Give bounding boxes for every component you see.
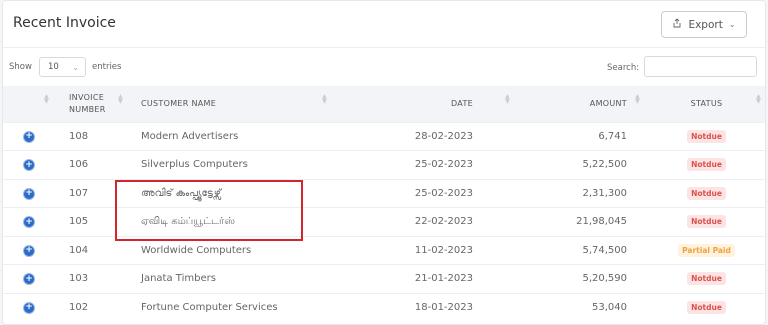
column-header-amount[interactable]: AMOUNT ▲ ▼ xyxy=(516,86,646,122)
status-cell: Notdue xyxy=(646,150,765,179)
plus-circle-icon[interactable]: + xyxy=(23,187,35,200)
invoice-amount: 6,741 xyxy=(516,121,646,151)
invoice-amount: 5,74,500 xyxy=(516,235,646,265)
status-badge: Partial Paid xyxy=(678,243,735,257)
export-label: Export xyxy=(688,18,723,31)
plus-circle-icon[interactable]: + xyxy=(23,130,35,143)
chevron-down-icon: ⌄ xyxy=(72,63,79,72)
customer-name: Fortune Computer Services xyxy=(129,292,333,322)
plus-circle-icon[interactable]: + xyxy=(23,244,35,257)
column-label: INVOICE NUMBER xyxy=(69,92,106,114)
column-header-status[interactable]: STATUS ▲ ▼ xyxy=(646,86,765,122)
entries-length-select[interactable]: 10 ⌄ xyxy=(39,57,86,77)
sort-icon: ▲ ▼ xyxy=(44,93,49,105)
table-row[interactable]: +105 ஏவிடி கம்ப்யூட்டர்ஸ் 22-02-2023 21,98,… xyxy=(3,207,765,236)
invoice-number: 105 xyxy=(55,207,129,236)
invoice-amount: 5,22,500 xyxy=(516,150,646,179)
entries-label: entries xyxy=(92,62,122,72)
table-row[interactable]: +106 Silverplus Computers 25-02-2023 5,22,5… xyxy=(3,150,765,179)
column-label: AMOUNT xyxy=(589,99,627,109)
invoice-date: 28-02-2023 xyxy=(333,121,516,151)
expand-cell: + xyxy=(3,264,55,293)
invoice-amount: 5,20,590 xyxy=(516,264,646,293)
status-badge: Notdue xyxy=(687,215,726,229)
table-row[interactable]: +107 അവിട് കംപ്പ്യൂട്ടേഴ്സ് 25-02-2023 2,31… xyxy=(3,178,765,208)
plus-circle-icon[interactable]: + xyxy=(23,301,35,314)
invoice-amount: 53,040 xyxy=(516,292,646,322)
expand-cell: + xyxy=(3,178,55,208)
status-badge: Notdue xyxy=(687,186,726,200)
invoice-table: ▲ ▼ INVOICE NUMBER ▲ ▼ CUSTOMER NAME ▲ ▼ DATE… xyxy=(3,86,765,322)
column-header-date[interactable]: DATE ▲ ▼ xyxy=(333,86,516,122)
sort-icon: ▲ ▼ xyxy=(322,93,327,105)
customer-name: Janata Timbers xyxy=(129,264,333,293)
search-label: Search: xyxy=(607,63,640,73)
length-value: 10 xyxy=(48,62,59,72)
column-header-invoice-number[interactable]: INVOICE NUMBER ▲ ▼ xyxy=(55,86,129,122)
table-controls: Show 10 ⌄ entries Search: xyxy=(3,48,765,86)
status-badge: Notdue xyxy=(687,301,726,314)
invoice-number: 107 xyxy=(55,178,129,208)
table-header-row: ▲ ▼ INVOICE NUMBER ▲ ▼ CUSTOMER NAME ▲ ▼ DATE… xyxy=(3,86,765,122)
customer-name: അവിട് കംപ്പ്യൂട്ടേഴ്സ് xyxy=(129,178,333,208)
table-row[interactable]: +103 Janata Timbers 21-01-2023 5,20,590 Notd… xyxy=(3,264,765,293)
invoice-amount: 21,98,045 xyxy=(516,207,646,236)
table-row[interactable]: +108 Modern Advertisers 28-02-2023 6,741 Not… xyxy=(3,121,765,151)
plus-circle-icon[interactable]: + xyxy=(23,273,35,285)
customer-name: ஏவிடி கம்ப்யூட்டர்ஸ் xyxy=(129,207,333,236)
export-button[interactable]: Export ⌄ xyxy=(661,11,747,38)
show-label: Show xyxy=(9,62,32,72)
customer-name: Modern Advertisers xyxy=(129,121,333,151)
card-title: Recent Invoice xyxy=(13,15,116,31)
table-row[interactable]: +102 Fortune Computer Services 18-01-2023 5… xyxy=(3,292,765,322)
invoice-number: 108 xyxy=(55,121,129,151)
expand-cell: + xyxy=(3,292,55,322)
invoice-number: 103 xyxy=(55,264,129,293)
invoice-date: 25-02-2023 xyxy=(333,150,516,179)
invoice-date: 11-02-2023 xyxy=(333,235,516,265)
status-cell: Partial Paid xyxy=(646,235,765,265)
search-input[interactable] xyxy=(644,56,757,77)
card-header: Recent Invoice Export ⌄ xyxy=(3,1,765,48)
column-label: DATE xyxy=(450,99,473,109)
invoice-date: 18-01-2023 xyxy=(333,292,516,322)
sort-icon: ▲ ▼ xyxy=(756,93,761,105)
table-row[interactable]: +104 Worldwide Computers 11-02-2023 5,74,50… xyxy=(3,235,765,265)
status-badge: Notdue xyxy=(687,272,726,286)
invoice-date: 25-02-2023 xyxy=(333,178,516,208)
column-header-control[interactable]: ▲ ▼ xyxy=(3,86,55,122)
invoice-number: 104 xyxy=(55,235,129,265)
plus-circle-icon[interactable]: + xyxy=(23,159,35,171)
chevron-down-icon: ⌄ xyxy=(728,20,736,29)
sort-icon: ▲ ▼ xyxy=(635,93,640,105)
sort-icon: ▲ ▼ xyxy=(505,93,510,105)
column-header-customer-name[interactable]: CUSTOMER NAME ▲ ▼ xyxy=(129,86,333,122)
invoice-amount: 2,31,300 xyxy=(516,178,646,208)
share-icon xyxy=(672,18,682,31)
status-cell: Notdue xyxy=(646,292,765,322)
customer-name: Worldwide Computers xyxy=(129,235,333,265)
sort-icon: ▲ ▼ xyxy=(118,93,123,105)
expand-cell: + xyxy=(3,235,55,265)
expand-cell: + xyxy=(3,121,55,151)
status-badge: Notdue xyxy=(687,129,726,143)
status-cell: Notdue xyxy=(646,178,765,208)
invoice-date: 22-02-2023 xyxy=(333,207,516,236)
customer-name: Silverplus Computers xyxy=(129,150,333,179)
invoice-number: 106 xyxy=(55,150,129,179)
invoice-number: 102 xyxy=(55,292,129,322)
expand-cell: + xyxy=(3,207,55,236)
status-cell: Notdue xyxy=(646,264,765,293)
recent-invoice-card: Recent Invoice Export ⌄ Show 10 ⌄ entrie… xyxy=(2,0,766,325)
status-badge: Notdue xyxy=(687,158,726,172)
invoice-date: 21-01-2023 xyxy=(333,264,516,293)
status-cell: Notdue xyxy=(646,121,765,151)
column-label: CUSTOMER NAME xyxy=(141,99,217,109)
expand-cell: + xyxy=(3,150,55,179)
status-cell: Notdue xyxy=(646,207,765,236)
column-label: STATUS xyxy=(690,99,723,109)
plus-circle-icon[interactable]: + xyxy=(23,216,35,228)
